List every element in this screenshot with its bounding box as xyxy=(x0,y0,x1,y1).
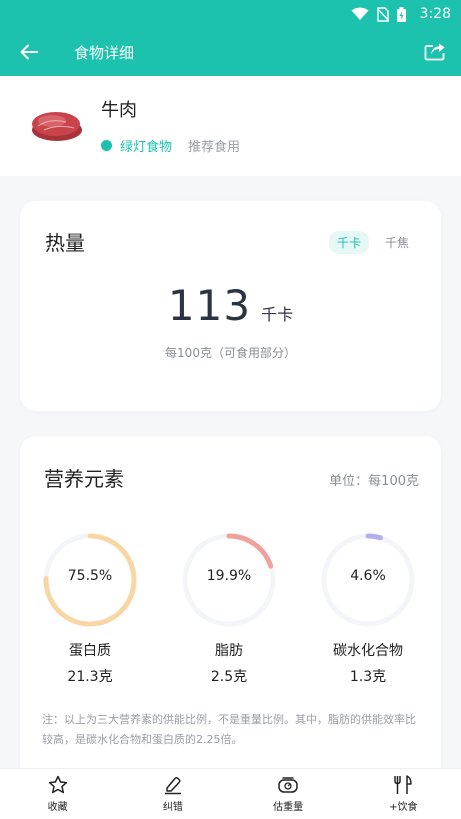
protein-amount: 21.3克 xyxy=(67,669,113,685)
nutrient-carbs: 4.6% 碳水化合物 1.3克 xyxy=(320,532,416,686)
page-title: 食物详细 xyxy=(74,43,135,62)
scale-icon xyxy=(278,777,298,793)
nutrition-note: 注：以上为三大营养素的供能比例，不是重量比例。其中，脂肪的供能效率比较高，是碳水… xyxy=(42,713,416,746)
carbs-amount: 1.3克 xyxy=(349,669,387,685)
nutrition-unit-note: 单位：每100克 xyxy=(329,474,419,489)
battery-icon xyxy=(396,6,406,22)
fat-percent: 19.9% xyxy=(206,568,252,584)
food-header: 牛肉 绿灯食物 推荐食用 xyxy=(0,76,461,176)
status-bar: 3:28 xyxy=(0,0,461,28)
no-sim-icon xyxy=(376,6,389,22)
unit-option-kcal[interactable]: 千卡 xyxy=(328,231,369,254)
calorie-value: 113 xyxy=(167,281,252,330)
protein-percent: 75.5% xyxy=(67,568,113,584)
nav-add-diet-label: +饮食 xyxy=(389,802,418,813)
star-icon xyxy=(48,775,67,794)
calorie-unit-switch: 千卡 千焦 xyxy=(321,231,417,254)
calories-card: 热量 千卡 千焦 113 千卡 每100克（可食用部分） xyxy=(20,201,441,411)
calorie-unit: 千卡 xyxy=(261,305,294,324)
carbs-percent: 4.6% xyxy=(350,568,386,584)
status-time: 3:28 xyxy=(419,6,451,22)
green-light-dot xyxy=(101,140,112,151)
food-level-tag: 绿灯食物 xyxy=(120,140,173,155)
fork-knife-icon xyxy=(394,775,413,794)
nav-favorite[interactable]: 收藏 xyxy=(0,769,115,819)
protein-label: 蛋白质 xyxy=(69,643,111,659)
nutrition-title: 营养元素 xyxy=(44,467,124,491)
share-icon xyxy=(424,43,445,61)
fat-amount: 2.5克 xyxy=(210,669,248,685)
nav-estimate-weight[interactable]: 估重量 xyxy=(231,769,346,819)
wifi-icon xyxy=(351,7,369,20)
fat-label: 脂肪 xyxy=(215,643,243,659)
bottom-nav: 收藏 纠错 估重量 +饮食 xyxy=(0,768,461,819)
unit-option-kj[interactable]: 千焦 xyxy=(377,231,417,254)
calorie-value-row: 113 千卡 xyxy=(20,281,441,330)
nutrition-card: 营养元素 单位：每100克 75.5% 蛋白质 21.3克 19.9% 脂肪 2… xyxy=(20,436,441,776)
back-arrow-icon xyxy=(20,44,38,60)
carbs-label: 碳水化合物 xyxy=(333,643,403,659)
back-button[interactable] xyxy=(0,28,58,76)
beef-image xyxy=(32,112,82,141)
food-tags: 绿灯食物 推荐食用 xyxy=(101,136,240,155)
nutrient-protein: 75.5% 蛋白质 21.3克 xyxy=(42,532,138,686)
share-button[interactable] xyxy=(411,28,459,76)
app-bar: 食物详细 xyxy=(0,28,461,76)
nav-favorite-label: 收藏 xyxy=(47,802,68,813)
nutrient-fat: 19.9% 脂肪 2.5克 xyxy=(181,532,277,686)
nav-add-diet[interactable]: +饮食 xyxy=(346,769,461,819)
recommend-tag: 推荐食用 xyxy=(188,140,241,155)
calorie-note: 每100克（可食用部分） xyxy=(165,346,296,360)
edit-icon xyxy=(164,777,181,795)
nav-correct-label: 纠错 xyxy=(162,802,183,813)
status-icons: 3:28 xyxy=(351,6,451,22)
food-name: 牛肉 xyxy=(101,100,137,121)
calories-title: 热量 xyxy=(45,231,85,255)
nav-estimate-label: 估重量 xyxy=(273,802,304,813)
nav-correct[interactable]: 纠错 xyxy=(115,769,230,819)
